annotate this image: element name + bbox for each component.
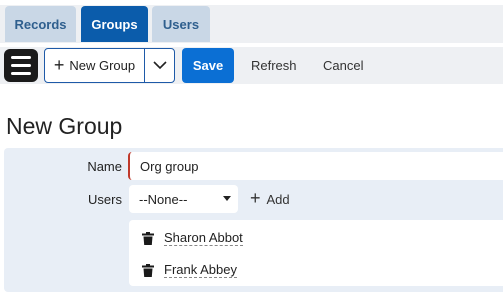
users-label: Users <box>88 192 122 207</box>
plus-icon: + <box>250 188 261 208</box>
cancel-button[interactable]: Cancel <box>323 48 363 83</box>
save-button[interactable]: Save <box>182 48 234 83</box>
add-user-button[interactable]: + Add <box>250 185 290 213</box>
member-link[interactable]: Frank Abbey <box>164 262 237 278</box>
name-field[interactable]: Org group <box>128 152 503 180</box>
new-group-button[interactable]: + New Group <box>45 49 145 82</box>
hamburger-menu-icon[interactable] <box>4 49 38 82</box>
refresh-button[interactable]: Refresh <box>251 48 297 83</box>
name-label: Name <box>87 159 122 174</box>
tab-users[interactable]: Users <box>152 6 210 42</box>
member-link[interactable]: Sharon Abbot <box>164 230 243 246</box>
new-group-label: New Group <box>69 58 136 73</box>
new-group-dropdown-button[interactable] <box>145 49 174 82</box>
tab-groups[interactable]: Groups <box>81 6 148 42</box>
trash-icon[interactable] <box>142 264 154 277</box>
chevron-down-icon <box>152 61 167 70</box>
caret-down-icon <box>223 196 231 201</box>
trash-icon[interactable] <box>142 232 154 245</box>
member-list: Sharon Abbot Frank Abbey <box>129 220 503 286</box>
add-label: Add <box>266 191 290 207</box>
plus-icon: + <box>53 54 65 75</box>
new-group-split-button: + New Group <box>44 48 175 83</box>
tab-records[interactable]: Records <box>5 6 76 42</box>
users-select[interactable]: --None-- <box>129 185 238 213</box>
page-title: New Group <box>6 113 123 139</box>
users-select-value: --None-- <box>139 191 188 207</box>
